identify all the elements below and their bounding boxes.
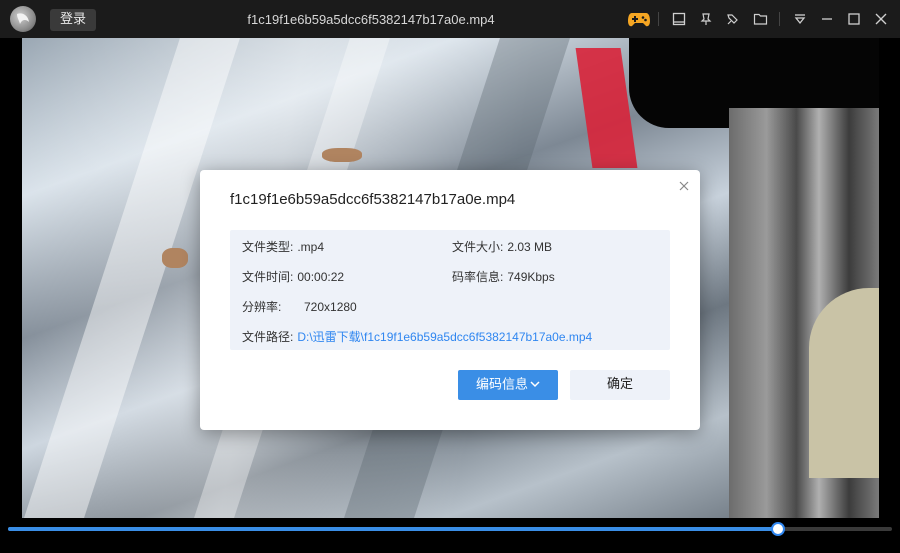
minimize-icon[interactable] — [814, 6, 840, 32]
window-icon[interactable] — [666, 6, 692, 32]
dialog-close-icon[interactable] — [676, 178, 692, 194]
video-tan-region — [809, 288, 879, 478]
chevron-down-icon — [530, 370, 540, 400]
folder-icon[interactable] — [747, 6, 773, 32]
progress-bar[interactable] — [8, 522, 892, 536]
encode-info-button[interactable]: 编码信息 — [458, 370, 558, 400]
file-info-box: 文件类型: .mp4 文件大小: 2.03 MB 文件时间: 00:00:22 码率信… — [230, 230, 670, 350]
ok-button[interactable]: 确定 — [570, 370, 670, 400]
letterbox-left — [0, 38, 22, 518]
progress-fill — [8, 527, 778, 531]
file-info-dialog: f1c19f1e6b59a5dcc6f5382147b17a0e.mp4 文件类… — [200, 170, 700, 430]
dropdown-icon[interactable] — [787, 6, 813, 32]
dialog-title: f1c19f1e6b59a5dcc6f5382147b17a0e.mp4 — [230, 191, 516, 208]
bitrate-label: 码率信息: — [452, 270, 504, 284]
file-path-label: 文件路径: — [242, 330, 294, 344]
resolution-label: 分辨率: — [242, 300, 282, 314]
pin-icon[interactable] — [693, 6, 719, 32]
video-blot — [162, 248, 188, 268]
file-size-label: 文件大小: — [452, 240, 504, 254]
close-icon[interactable] — [868, 6, 894, 32]
file-type-value: .mp4 — [297, 240, 325, 254]
file-duration-value: 00:00:22 — [297, 270, 345, 284]
file-duration-label: 文件时间: — [242, 270, 294, 284]
progress-handle[interactable] — [770, 522, 785, 536]
file-path-row: 文件路径: D:\迅雷下载\f1c19f1e6b59a5dcc6f5382147b… — [242, 328, 592, 345]
file-duration-row: 文件时间: 00:00:22 — [242, 268, 344, 285]
encode-info-label: 编码信息 — [475, 377, 528, 393]
gamepad-icon[interactable] — [626, 6, 652, 32]
file-size-row: 文件大小: 2.03 MB — [452, 238, 552, 255]
bitrate-row: 码率信息: 749Kbps — [452, 268, 555, 285]
resolution-row: 分辨率: 720x1280 — [242, 298, 357, 315]
title-bar: 登录 f1c19f1e6b59a5dcc6f5382147b17a0e.mp4 — [0, 0, 900, 38]
resolution-value: 720x1280 — [304, 300, 357, 314]
bitrate-value: 749Kbps — [507, 270, 555, 284]
maximize-icon[interactable] — [841, 6, 867, 32]
toolbar-divider — [658, 12, 659, 26]
window-controls — [625, 0, 894, 38]
video-blot — [322, 148, 362, 162]
file-type-row: 文件类型: .mp4 — [242, 238, 324, 255]
file-size-value: 2.03 MB — [507, 240, 553, 254]
file-type-label: 文件类型: — [242, 240, 294, 254]
folder-pin-icon[interactable] — [720, 6, 746, 32]
toolbar-divider — [779, 12, 780, 26]
file-path-link[interactable]: D:\迅雷下载\f1c19f1e6b59a5dcc6f5382147b17a0e… — [297, 328, 592, 345]
letterbox-right — [879, 38, 900, 518]
